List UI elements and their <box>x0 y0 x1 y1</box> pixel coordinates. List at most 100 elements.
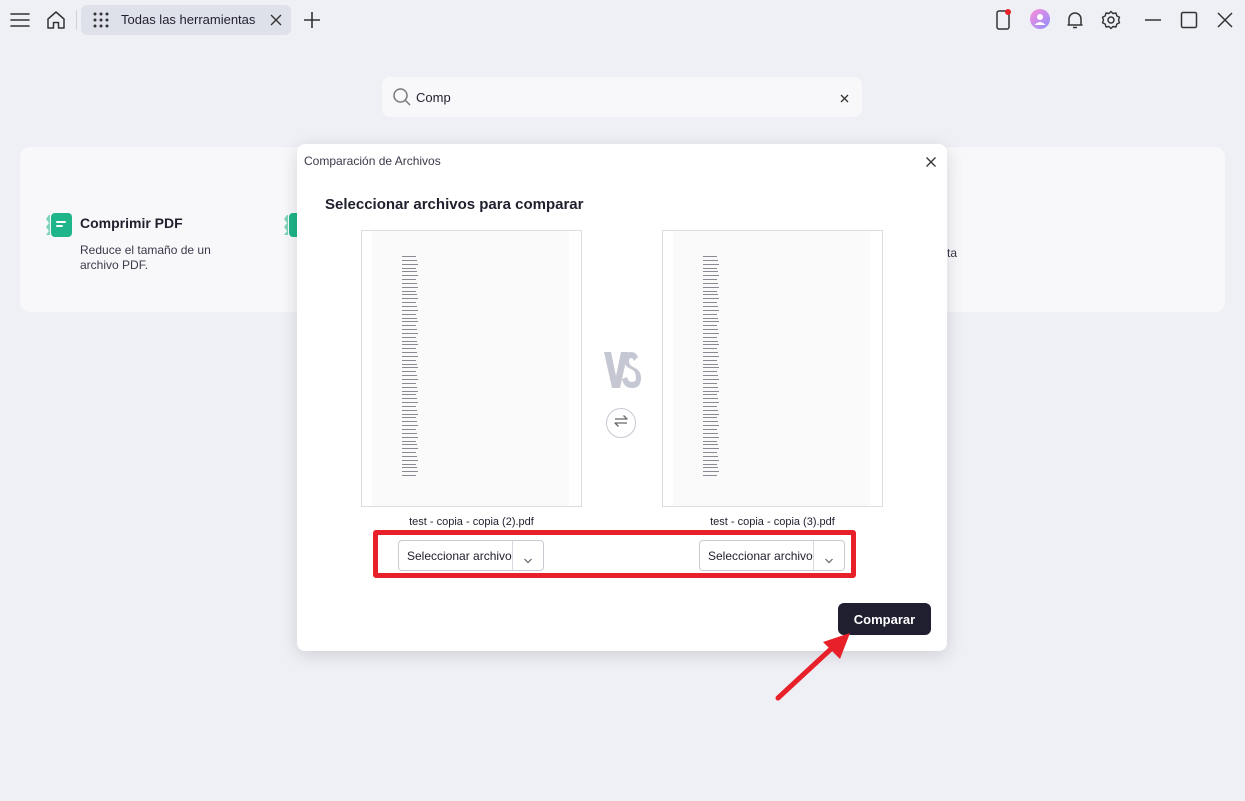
text-line <box>402 390 418 392</box>
text-line <box>402 436 418 438</box>
text-line <box>402 348 416 350</box>
text-line <box>703 298 719 300</box>
text-line <box>703 475 717 477</box>
vs-icon <box>603 349 643 391</box>
text-line <box>402 467 417 469</box>
divider <box>76 10 77 30</box>
swap-icon <box>613 414 629 433</box>
text-line <box>402 275 418 277</box>
text-line <box>703 363 718 365</box>
text-line <box>402 475 416 477</box>
text-line <box>402 352 417 354</box>
text-line <box>703 467 718 469</box>
text-line <box>402 452 416 454</box>
text-line <box>703 279 717 281</box>
text-line <box>703 421 718 423</box>
text-line <box>703 282 718 284</box>
text-line <box>703 302 717 304</box>
text-line <box>402 305 417 307</box>
text-line <box>402 402 418 404</box>
minimize-icon[interactable] <box>1143 10 1163 30</box>
tab-label: Todas las herramientas <box>121 12 256 27</box>
text-line <box>402 440 416 442</box>
text-line <box>402 294 417 296</box>
text-line <box>703 459 719 461</box>
text-line <box>703 367 719 369</box>
text-line <box>703 448 719 450</box>
text-line <box>703 440 717 442</box>
text-line <box>703 286 719 288</box>
close-icon[interactable] <box>269 13 283 32</box>
text-line <box>402 256 416 257</box>
page-thumbnail <box>372 231 569 506</box>
tool-comprimir-pdf[interactable]: Comprimir PDF Reduce el tamaño de un arc… <box>46 212 246 282</box>
text-line <box>402 417 416 419</box>
text-line <box>703 340 718 342</box>
plus-icon[interactable] <box>301 9 323 31</box>
text-line <box>402 332 418 334</box>
phone-icon[interactable] <box>993 9 1013 31</box>
annotation-arrow-icon <box>770 628 860 708</box>
tab-todas-las-herramientas[interactable]: Todas las herramientas <box>81 5 291 35</box>
text-line <box>703 329 718 331</box>
search-input[interactable] <box>416 86 816 108</box>
text-line <box>402 432 417 434</box>
text-line <box>402 455 417 457</box>
text-line <box>703 256 717 257</box>
close-dialog-icon[interactable] <box>925 155 937 173</box>
text-line <box>402 325 416 327</box>
text-line <box>402 290 416 292</box>
text-line <box>402 421 417 423</box>
text-line <box>402 409 417 411</box>
text-line <box>703 371 717 373</box>
text-line <box>703 452 717 454</box>
text-line <box>703 271 718 273</box>
swap-files-button[interactable] <box>606 408 636 438</box>
text-line <box>703 336 717 338</box>
text-line <box>402 355 418 357</box>
grid-icon <box>93 12 109 33</box>
compress-pdf-icon <box>46 212 74 243</box>
text-line <box>402 413 418 415</box>
text-line <box>703 355 719 357</box>
text-line <box>402 463 416 465</box>
bell-icon[interactable] <box>1064 9 1086 31</box>
text-line <box>402 340 417 342</box>
text-line <box>703 375 718 377</box>
clear-search-icon[interactable] <box>839 91 850 109</box>
text-line <box>402 394 416 396</box>
text-line <box>402 444 417 446</box>
text-lines <box>703 256 719 479</box>
text-lines <box>402 256 418 479</box>
text-line <box>703 398 718 400</box>
text-line <box>703 428 717 430</box>
text-line <box>703 352 718 354</box>
text-line <box>703 294 718 296</box>
dialog-heading: Seleccionar archivos para comparar <box>325 196 584 213</box>
text-line <box>402 336 416 338</box>
home-icon[interactable] <box>45 9 67 31</box>
highlight-box <box>373 530 856 578</box>
text-line <box>402 279 416 281</box>
tool-description: Reduce el tamaño de un archivo PDF. <box>80 243 211 272</box>
right-file-preview <box>662 230 883 507</box>
text-line <box>402 471 418 473</box>
avatar[interactable] <box>1029 8 1051 30</box>
text-line <box>402 259 417 261</box>
text-line <box>402 302 416 304</box>
text-line <box>703 444 718 446</box>
text-line <box>402 267 416 269</box>
text-line <box>402 313 416 315</box>
text-line <box>703 259 718 261</box>
close-window-icon[interactable] <box>1215 10 1235 30</box>
text-line <box>703 425 719 427</box>
gear-icon[interactable] <box>1100 9 1122 31</box>
text-line <box>402 371 416 373</box>
text-line <box>402 448 418 450</box>
text-line <box>703 309 719 311</box>
maximize-icon[interactable] <box>1179 10 1199 30</box>
text-line <box>703 402 719 404</box>
menu-icon[interactable] <box>10 10 30 30</box>
text-line <box>703 321 719 323</box>
tool-description-fragment: ta <box>947 246 958 260</box>
